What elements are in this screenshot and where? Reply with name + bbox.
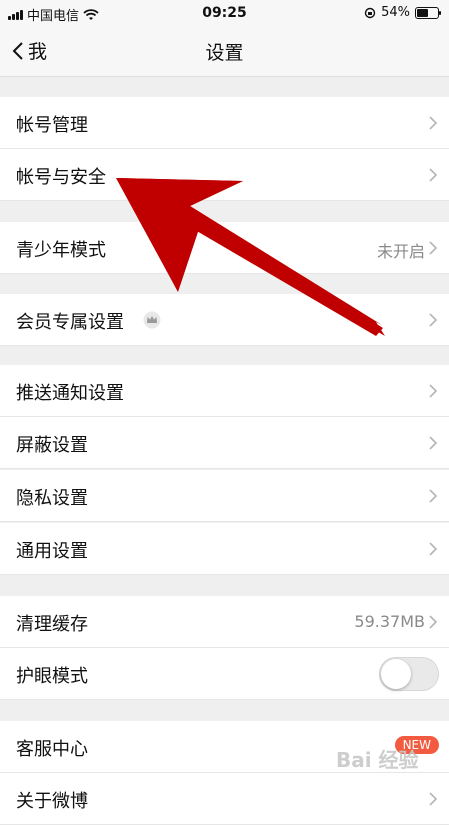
chevron-right-icon [429, 489, 438, 503]
eye-protection-toggle[interactable] [379, 657, 439, 691]
row-label: 客服中心 [16, 739, 88, 760]
battery-percent: 54% [381, 5, 410, 20]
row-teen-mode[interactable]: 青少年模式 未开启 [0, 222, 449, 274]
row-account-management[interactable]: 帐号管理 [0, 97, 449, 149]
row-label: 关于微博 [16, 791, 88, 812]
status-bar: 中国电信 09:25 54% [0, 0, 449, 26]
row-label: 护眼模式 [16, 666, 88, 687]
row-about-weibo[interactable]: 关于微博 [0, 773, 449, 825]
chevron-right-icon [429, 313, 438, 327]
row-block-settings[interactable]: 屏蔽设置 [0, 417, 449, 469]
chevron-right-icon [429, 436, 438, 450]
row-eye-protection: 护眼模式 [0, 648, 449, 700]
row-label: 屏蔽设置 [16, 435, 88, 456]
row-customer-service[interactable]: 客服中心 NEW [0, 721, 449, 773]
row-label: 帐号与安全 [16, 167, 106, 188]
chevron-left-icon [12, 41, 23, 60]
row-label: 帐号管理 [16, 115, 88, 136]
new-badge: NEW [394, 736, 439, 754]
crown-icon [143, 311, 161, 329]
row-member-settings[interactable]: 会员专属设置 [0, 294, 449, 346]
chevron-right-icon [429, 542, 438, 556]
chevron-right-icon [429, 792, 438, 806]
chevron-right-icon [429, 384, 438, 398]
battery-level [417, 8, 428, 17]
chevron-right-icon [429, 168, 438, 182]
row-label: 清理缓存 [16, 614, 88, 635]
row-push-notifications[interactable]: 推送通知设置 [0, 365, 449, 417]
row-label: 推送通知设置 [16, 383, 124, 404]
chevron-right-icon [429, 615, 438, 629]
row-label: 青少年模式 [16, 240, 106, 261]
chevron-right-icon [429, 241, 438, 255]
row-value: 未开启 [376, 242, 425, 261]
row-label: 会员专属设置 [16, 312, 124, 333]
status-right: 54% [364, 5, 441, 20]
chevron-right-icon [429, 116, 438, 130]
page-title: 设置 [205, 42, 244, 64]
row-value: 59.37MB [354, 612, 425, 631]
orientation-lock-icon [364, 7, 376, 18]
row-account-security[interactable]: 帐号与安全 [0, 149, 449, 201]
row-privacy-settings[interactable]: 隐私设置 [0, 470, 449, 522]
row-label: 隐私设置 [16, 488, 88, 509]
row-label: 通用设置 [16, 541, 88, 562]
row-general-settings[interactable]: 通用设置 [0, 523, 449, 575]
row-clear-cache[interactable]: 清理缓存 59.37MB [0, 596, 449, 648]
toggle-knob [381, 659, 411, 689]
battery-icon [415, 6, 441, 19]
back-label: 我 [28, 41, 48, 63]
nav-bar: 我 设置 [0, 26, 449, 77]
back-button[interactable]: 我 [12, 37, 47, 64]
